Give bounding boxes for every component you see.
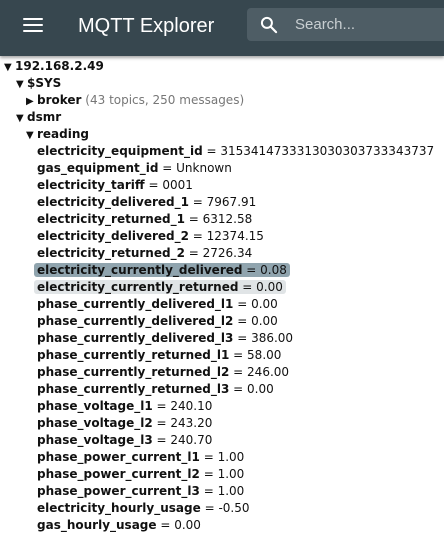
tree-leaf[interactable]: electricity_returned_2 = 2726.34 [37, 245, 252, 262]
tree-leaf[interactable]: phase_voltage_l3 = 240.70 [37, 432, 212, 449]
tree-node-broker[interactable]: ▶ broker (43 topics, 250 messages) [26, 92, 244, 109]
tree-leaf[interactable]: phase_currently_returned_l1 = 58.00 [37, 347, 281, 364]
tree-leaf[interactable]: phase_currently_delivered_l3 = 386.00 [37, 330, 293, 347]
search-icon [260, 16, 278, 34]
tree-leaf[interactable]: electricity_tariff = 0001 [37, 177, 193, 194]
triangle-down-icon[interactable]: ▼ [4, 59, 15, 76]
search-input[interactable] [295, 8, 444, 41]
tree-node-label: 192.168.2.49 [15, 59, 104, 73]
tree-leaf[interactable]: phase_currently_delivered_l2 = 0.00 [37, 313, 278, 330]
tree-leaf[interactable]: phase_currently_returned_l2 = 246.00 [37, 364, 289, 381]
tree-leaf[interactable]: phase_power_current_l1 = 1.00 [37, 449, 244, 466]
triangle-down-icon[interactable]: ▼ [26, 127, 37, 144]
tree-node-label: dsmr [27, 110, 62, 124]
search-box[interactable] [247, 8, 444, 41]
tree-leaf[interactable]: phase_power_current_l2 = 1.00 [37, 466, 244, 483]
top-app-bar: MQTT Explorer [0, 0, 444, 56]
tree-leaf-selected[interactable]: electricity_currently_delivered = 0.08 [34, 262, 290, 279]
triangle-down-icon[interactable]: ▼ [16, 76, 27, 93]
tree-leaf[interactable]: phase_currently_returned_l3 = 0.00 [37, 381, 274, 398]
tree-node-label: broker [37, 93, 82, 107]
tree-leaf[interactable]: electricity_returned_1 = 6312.58 [37, 211, 252, 228]
tree-leaf[interactable]: gas_hourly_usage = 0.00 [37, 517, 201, 534]
tree-leaf[interactable]: electricity_equipment_id = 3153414733313… [37, 143, 434, 160]
tree-leaf[interactable]: phase_currently_delivered_l1 = 0.00 [37, 296, 278, 313]
tree-leaf[interactable]: electricity_hourly_usage = -0.50 [37, 500, 250, 517]
tree-node-meta: (43 topics, 250 messages) [85, 93, 245, 107]
tree-leaf-hovered[interactable]: electricity_currently_returned = 0.00 [34, 279, 286, 296]
tree-leaf[interactable]: electricity_delivered_1 = 7967.91 [37, 194, 256, 211]
hamburger-menu-icon[interactable] [23, 17, 43, 33]
tree-node-label: $SYS [27, 76, 62, 90]
triangle-right-icon[interactable]: ▶ [26, 93, 37, 110]
tree-node-label: reading [37, 127, 89, 141]
tree-leaf[interactable]: phase_voltage_l2 = 243.20 [37, 415, 212, 432]
tree-node-reading[interactable]: ▼ reading [26, 126, 89, 143]
app-title: MQTT Explorer [78, 15, 215, 37]
triangle-down-icon[interactable]: ▼ [16, 110, 27, 127]
tree-leaf[interactable]: gas_equipment_id = Unknown [37, 160, 232, 177]
tree-leaf[interactable]: phase_power_current_l3 = 1.00 [37, 483, 244, 500]
tree-node-sys[interactable]: ▼ $SYS [16, 75, 61, 92]
tree-node-root[interactable]: ▼ 192.168.2.49 [4, 58, 104, 75]
tree-leaf[interactable]: electricity_delivered_2 = 12374.15 [37, 228, 264, 245]
tree-leaf[interactable]: phase_voltage_l1 = 240.10 [37, 398, 212, 415]
tree-node-dsmr[interactable]: ▼ dsmr [16, 109, 61, 126]
